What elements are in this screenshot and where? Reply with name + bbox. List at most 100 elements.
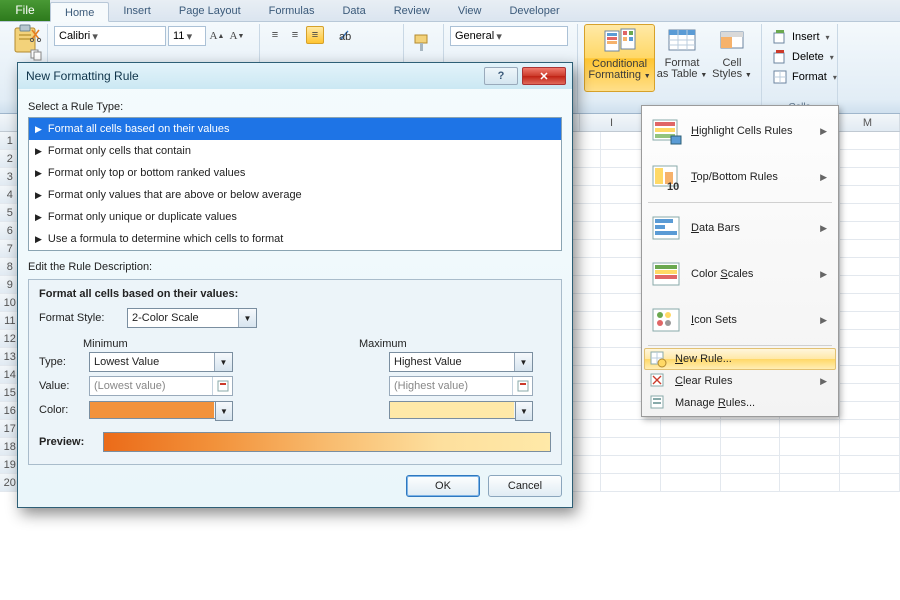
- max-color-picker[interactable]: ▼: [389, 401, 533, 419]
- cf-manage-rules[interactable]: Manage Rules...: [644, 392, 836, 414]
- format-as-table-icon: [665, 26, 699, 56]
- format-style-value: 2-Color Scale: [132, 312, 199, 324]
- cell-styles-button[interactable]: CellStyles ▼: [709, 24, 755, 92]
- max-type-value: Highest Value: [394, 356, 462, 368]
- font-name-combo[interactable]: Calibri▾: [54, 26, 166, 46]
- min-type-value: Lowest Value: [94, 356, 159, 368]
- submenu-arrow-icon: ▶: [820, 376, 827, 387]
- min-value-input[interactable]: (Lowest value): [89, 376, 233, 396]
- svg-text:10: 10: [667, 181, 679, 193]
- max-value-placeholder: (Highest value): [394, 380, 468, 392]
- conditional-formatting-menu: Highlight Cells Rules ▶ 10 Top/Bottom Ru…: [641, 105, 839, 417]
- dialog-title: New Formatting Rule: [26, 69, 480, 83]
- align-bottom-icon[interactable]: ≡: [306, 26, 324, 44]
- chevron-down-icon[interactable]: ▼: [238, 309, 256, 327]
- cf-iconsets-label: con Sets: [694, 314, 737, 326]
- range-picker-icon[interactable]: [212, 377, 232, 395]
- rule-type-item[interactable]: ▶Format only unique or duplicate values: [29, 206, 561, 228]
- range-picker-icon[interactable]: [512, 377, 532, 395]
- cf-highlight-cells-rules[interactable]: Highlight Cells Rules ▶: [644, 108, 836, 154]
- minimum-header: Minimum: [39, 338, 199, 350]
- rule-type-label: Use a formula to determine which cells t…: [48, 233, 283, 245]
- cf-hotkey: R: [718, 397, 726, 409]
- chevron-down-icon[interactable]: ▼: [215, 401, 233, 421]
- column-header[interactable]: M: [836, 114, 900, 131]
- rule-type-label: Format only cells that contain: [48, 145, 191, 157]
- new-formatting-rule-dialog: New Formatting Rule ? ✕ Select a Rule Ty…: [17, 62, 573, 508]
- cut-icon[interactable]: [27, 26, 45, 44]
- min-type-combo[interactable]: Lowest Value ▼: [89, 352, 233, 372]
- orientation-icon[interactable]: ab: [336, 26, 354, 44]
- tab-page-layout[interactable]: Page Layout: [165, 1, 255, 21]
- cf-clear-rules[interactable]: Clear Rules ▶: [644, 370, 836, 392]
- chevron-down-icon[interactable]: ▼: [214, 353, 232, 371]
- format-style-label: Format Style:: [39, 312, 121, 324]
- min-color-picker[interactable]: ▼: [89, 401, 233, 419]
- cells-insert-button[interactable]: Insert▾: [768, 28, 831, 46]
- tab-data[interactable]: Data: [328, 1, 379, 21]
- maximum-header: Maximum: [359, 338, 519, 350]
- grow-font-icon[interactable]: A▲: [208, 27, 226, 45]
- value-label: Value:: [39, 380, 83, 392]
- tab-home[interactable]: Home: [50, 2, 109, 22]
- cf-icon-sets[interactable]: Icon Sets ▶: [644, 297, 836, 343]
- shrink-font-icon[interactable]: A▼: [228, 27, 246, 45]
- font-size-combo[interactable]: 11▾: [168, 26, 206, 46]
- tab-formulas[interactable]: Formulas: [255, 1, 329, 21]
- cancel-button[interactable]: Cancel: [488, 475, 562, 497]
- preview-label: Preview:: [39, 436, 97, 448]
- tab-insert[interactable]: Insert: [109, 1, 165, 21]
- format-painter-icon[interactable]: [410, 30, 436, 56]
- ok-button[interactable]: OK: [406, 475, 480, 497]
- icon-sets-icon: [649, 303, 683, 337]
- chevron-down-icon[interactable]: ▼: [515, 401, 533, 421]
- cf-hotkey: D: [691, 222, 699, 234]
- cf-highlight-label: ighlight Cells Rules: [699, 125, 793, 137]
- rule-type-item[interactable]: ▶Format all cells based on their values: [29, 118, 561, 140]
- cf-data-bars[interactable]: Data Bars ▶: [644, 205, 836, 251]
- dialog-help-button[interactable]: ?: [484, 67, 518, 85]
- cond-fmt-label2: Formatting: [588, 69, 641, 81]
- tab-view[interactable]: View: [444, 1, 496, 21]
- select-rule-type-label: Select a Rule Type:: [28, 101, 562, 113]
- cf-color-scales[interactable]: Color Scales ▶: [644, 251, 836, 297]
- column-header[interactable]: I: [580, 114, 644, 131]
- submenu-arrow-icon: ▶: [820, 315, 827, 326]
- rule-type-item[interactable]: ▶Format only cells that contain: [29, 140, 561, 162]
- rule-type-label: Format only unique or duplicate values: [48, 211, 237, 223]
- align-middle-icon[interactable]: ≡: [286, 26, 304, 44]
- cf-hotkey: H: [691, 125, 699, 137]
- rule-type-item[interactable]: ▶Format only values that are above or be…: [29, 184, 561, 206]
- tab-review[interactable]: Review: [380, 1, 444, 21]
- dialog-titlebar[interactable]: New Formatting Rule ? ✕: [18, 63, 572, 89]
- tab-file[interactable]: File: [0, 0, 50, 21]
- format-as-table-button[interactable]: Formatas Table ▼: [655, 24, 709, 92]
- number-format-combo[interactable]: General▾: [450, 26, 568, 46]
- conditional-formatting-button[interactable]: ConditionalFormatting ▼: [584, 24, 655, 92]
- color-scales-icon: [649, 257, 683, 291]
- rule-description-title: Format all cells based on their values:: [39, 288, 551, 300]
- cf-new-rule[interactable]: New Rule...: [644, 348, 836, 370]
- dialog-close-button[interactable]: ✕: [522, 67, 566, 85]
- rule-type-label: Format all cells based on their values: [48, 123, 230, 135]
- cf-top-bottom-rules[interactable]: 10 Top/Bottom Rules ▶: [644, 154, 836, 200]
- cells-delete-label: Delete: [792, 51, 824, 63]
- format-style-combo[interactable]: 2-Color Scale ▼: [127, 308, 257, 328]
- cells-insert-label: Insert: [792, 31, 820, 43]
- rule-type-label: Format only values that are above or bel…: [48, 189, 302, 201]
- rule-type-list[interactable]: ▶Format all cells based on their values …: [28, 117, 562, 251]
- align-top-icon[interactable]: ≡: [266, 26, 284, 44]
- cells-format-button[interactable]: Format▾: [768, 68, 831, 86]
- cf-hotkey: N: [675, 353, 683, 365]
- max-type-combo[interactable]: Highest Value ▼: [389, 352, 533, 372]
- tab-developer[interactable]: Developer: [495, 1, 573, 21]
- data-bars-icon: [649, 211, 683, 245]
- max-value-input[interactable]: (Highest value): [389, 376, 533, 396]
- rule-type-item[interactable]: ▶Use a formula to determine which cells …: [29, 228, 561, 250]
- submenu-arrow-icon: ▶: [820, 126, 827, 137]
- cells-delete-button[interactable]: Delete▾: [768, 48, 831, 66]
- rule-type-item[interactable]: ▶Format only top or bottom ranked values: [29, 162, 561, 184]
- chevron-down-icon[interactable]: ▼: [514, 353, 532, 371]
- cf-colorscales-label: Color Scales: [691, 268, 753, 280]
- chevron-down-icon: ▼: [644, 73, 651, 80]
